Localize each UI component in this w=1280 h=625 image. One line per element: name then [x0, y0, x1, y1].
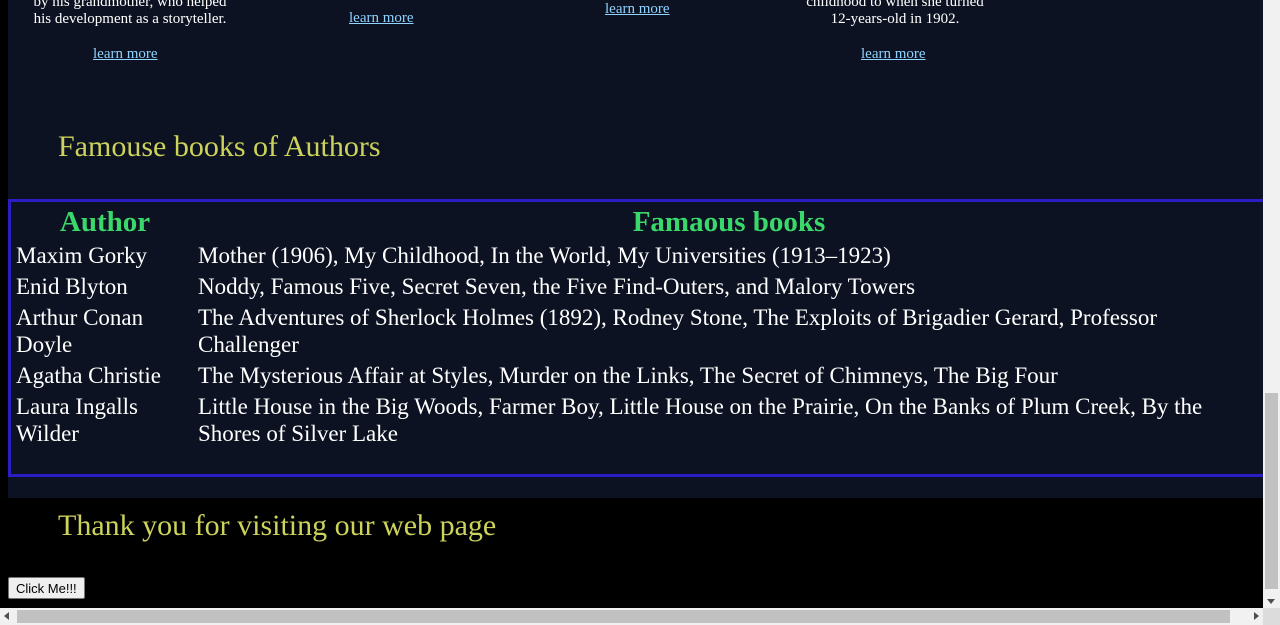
- thank-you-message: Thank you for visiting our web page: [58, 509, 497, 542]
- books-list-cell: The Mysterious Affair at Styles, Murder …: [198, 363, 1058, 388]
- table-row: Agatha Christie The Mysterious Affair at…: [15, 361, 1261, 390]
- scroll-left-arrow-icon[interactable]: [4, 612, 9, 620]
- author-card-1-blurb-line-1: by his grandmother, who helped: [33, 0, 227, 10]
- vertical-scrollbar[interactable]: [1263, 0, 1280, 608]
- books-table-header-row: Author Famaous books: [15, 206, 1261, 239]
- author-card-1-blurb-line-2: his development as a storyteller.: [33, 11, 227, 27]
- author-card-4-blurb-line-2: 12-years-old in 1902.: [830, 11, 960, 27]
- author-card-3-learn-more-link[interactable]: learn more: [605, 1, 670, 18]
- table-row: Laura Ingalls Wilder Little House in the…: [15, 392, 1261, 448]
- scroll-right-arrow-icon[interactable]: [1254, 612, 1259, 620]
- author-card-1-blurb: by his grandmother, who helped his devel…: [20, 0, 240, 28]
- author-name-cell: Enid Blyton: [16, 274, 128, 299]
- author-card-4-blurb: childhood to when she turned 12-years-ol…: [785, 0, 1005, 28]
- books-list-cell: Little House in the Big Woods, Farmer Bo…: [198, 394, 1203, 446]
- horizontal-scrollbar-thumb[interactable]: [17, 610, 1230, 623]
- click-me-button[interactable]: Click Me!!!: [8, 577, 85, 599]
- books-list-cell: The Adventures of Sherlock Holmes (1892)…: [198, 305, 1157, 357]
- books-list-cell: Noddy, Famous Five, Secret Seven, the Fi…: [198, 274, 916, 299]
- author-card-4-learn-more-link[interactable]: learn more: [861, 46, 926, 63]
- table-row: Enid Blyton Noddy, Famous Five, Secret S…: [15, 272, 1261, 301]
- author-card-2-learn-more-link[interactable]: learn more: [349, 10, 414, 27]
- author-card-1-learn-more-link[interactable]: learn more: [93, 46, 158, 63]
- scrollbar-corner: [1263, 608, 1280, 625]
- author-name-cell: Laura Ingalls Wilder: [16, 394, 138, 446]
- books-table-container: Author Famaous books Maxim Gorky Mother …: [8, 199, 1263, 477]
- vertical-scrollbar-thumb[interactable]: [1265, 393, 1278, 589]
- horizontal-scrollbar[interactable]: [0, 608, 1263, 625]
- books-section-heading: Famouse books of Authors: [58, 130, 381, 163]
- table-row: Arthur Conan Doyle The Adventures of She…: [15, 303, 1261, 359]
- page-viewport: by his grandmother, who helped his devel…: [0, 0, 1263, 608]
- author-column-header: Author: [59, 206, 151, 238]
- author-name-cell: Arthur Conan Doyle: [16, 305, 144, 357]
- author-card-4-blurb-line-1: childhood to when she turned: [806, 0, 984, 10]
- table-row: Maxim Gorky Mother (1906), My Childhood,…: [15, 241, 1261, 270]
- books-list-cell: Mother (1906), My Childhood, In the Worl…: [198, 243, 891, 268]
- author-name-cell: Agatha Christie: [16, 363, 161, 388]
- author-name-cell: Maxim Gorky: [16, 243, 147, 268]
- scroll-down-arrow-icon[interactable]: [1267, 599, 1275, 604]
- books-column-header: Famaous books: [632, 206, 826, 238]
- books-table: Author Famaous books Maxim Gorky Mother …: [13, 204, 1263, 450]
